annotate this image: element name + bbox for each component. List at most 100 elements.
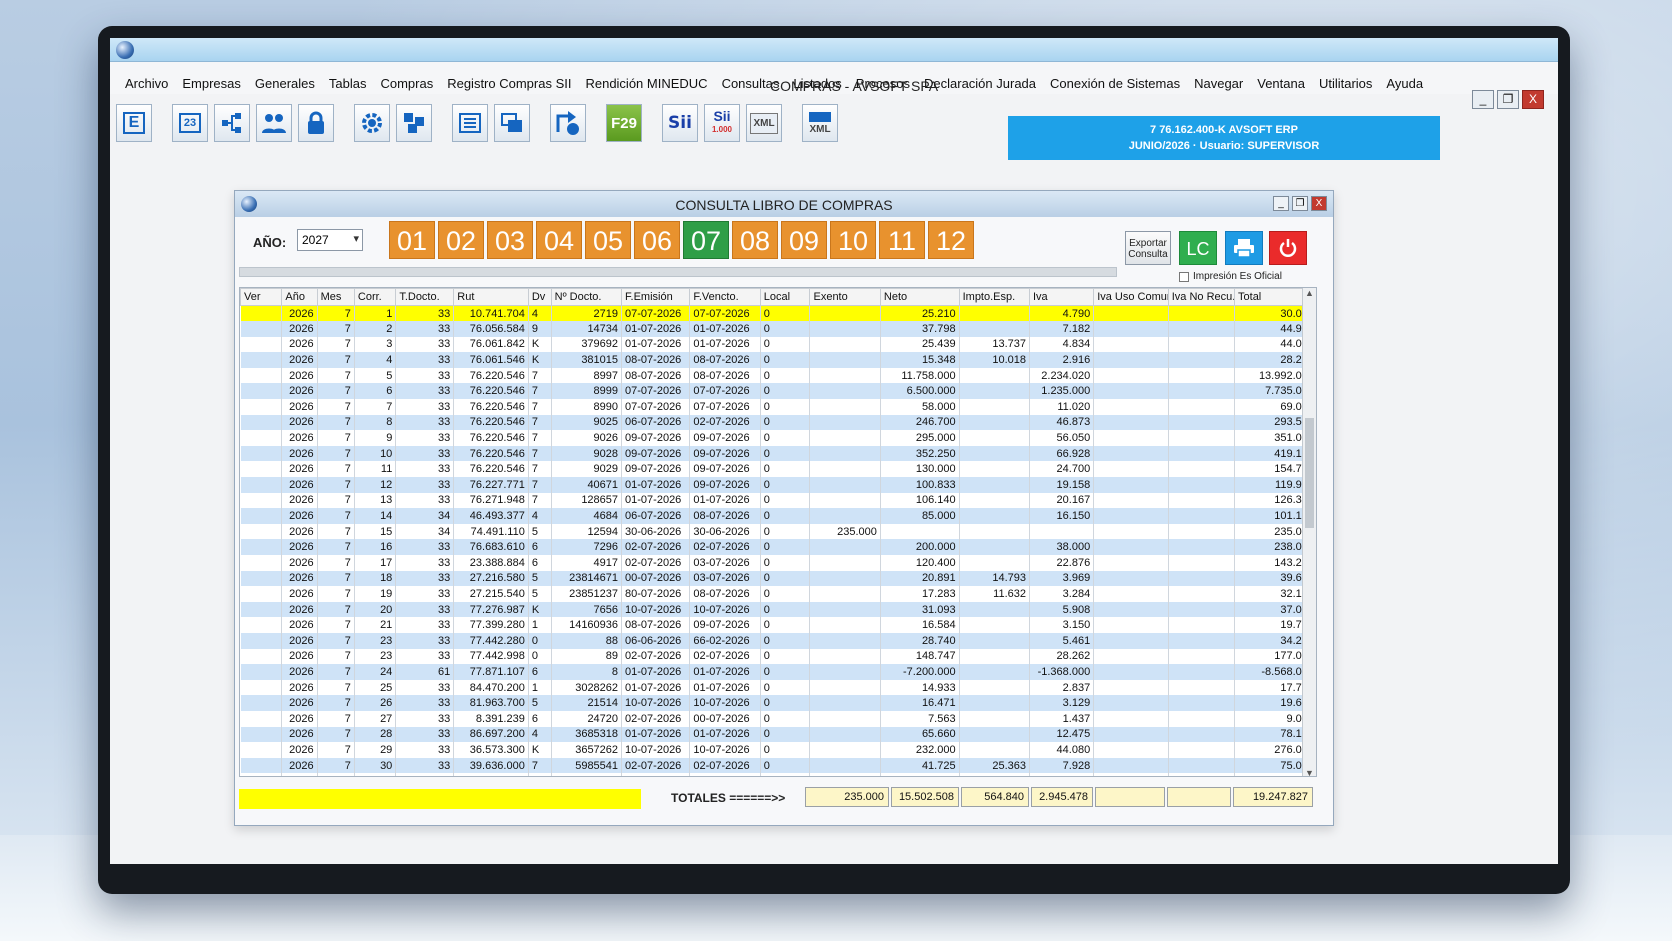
table-row[interactable]: 2026 7 12 33 76.227.771 7 40671 01-07-2026 09-07… <box>240 477 1316 493</box>
column-header[interactable]: F.Vencto. <box>689 288 761 306</box>
dialog-close-button[interactable]: X <box>1311 196 1327 211</box>
table-row[interactable]: 2026 7 23 33 77.442.998 0 89 02-07-2026 02-07-20… <box>240 648 1316 665</box>
checkbox-box[interactable] <box>1179 271 1189 282</box>
table-row[interactable]: 2026 7 2 33 76.056.584 9 14734 01-07-2026 01-07-… <box>240 321 1316 337</box>
book-button[interactable] <box>452 104 488 142</box>
column-header[interactable]: Nº Docto. <box>550 288 623 306</box>
table-row[interactable]: 2026 7 6 33 76.220.546 7 8999 07-07-2026 07-07-2… <box>240 383 1316 400</box>
column-header[interactable]: Neto <box>879 288 960 306</box>
column-header[interactable]: Iva Uso Comun <box>1093 288 1169 306</box>
table-row[interactable]: 2026 7 23 33 77.442.280 0 88 06-06-2026 66-02-20… <box>240 632 1316 649</box>
scroll-down-icon[interactable]: ▼ <box>1303 768 1316 776</box>
menu-item-12[interactable]: Navegar <box>1187 76 1250 91</box>
table-row[interactable]: 2026 7 1 33 10.741.704 4 2719 07-07-2026 07-07-2… <box>240 305 1316 322</box>
menu-item-2[interactable]: Generales <box>248 76 322 91</box>
empresa-button[interactable]: E <box>116 104 152 142</box>
xml-import-button[interactable]: XML <box>802 104 838 142</box>
menu-item-6[interactable]: Rendición MINEDUC <box>578 76 714 91</box>
table-row[interactable]: 2026 7 13 33 76.271.948 7 128657 01-07-2026 01-0… <box>240 492 1316 509</box>
vertical-scrollbar[interactable]: ▲ ▼ <box>1302 288 1316 776</box>
table-row[interactable]: 2026 7 10 33 76.220.546 7 9028 09-07-2026 09-07-… <box>240 445 1316 462</box>
column-header[interactable]: T.Docto. <box>395 288 455 306</box>
export-te-button[interactable] <box>550 104 586 142</box>
users-button[interactable] <box>256 104 292 142</box>
lock-button[interactable] <box>298 104 334 142</box>
column-header[interactable]: Corr. <box>353 288 397 306</box>
sii-1000-button[interactable]: Sii 1.000 <box>704 104 740 142</box>
table-row[interactable]: 2026 7 9 33 76.220.546 7 9026 09-07-2026 09-07-2… <box>240 430 1316 446</box>
network-button[interactable] <box>214 104 250 142</box>
column-header[interactable]: Iva No Recu. <box>1167 288 1236 306</box>
month-button-10[interactable]: 10 <box>830 221 876 259</box>
table-row[interactable]: 2026 7 7 33 76.220.546 7 8990 07-07-2026 07-07-2… <box>240 399 1316 415</box>
menu-item-5[interactable]: Registro Compras SII <box>440 76 578 91</box>
column-header[interactable]: Ver <box>240 288 283 306</box>
column-header[interactable]: Impto.Esp. <box>958 288 1031 306</box>
column-header[interactable]: Exento <box>809 288 881 306</box>
table-row[interactable]: 2026 7 3 33 76.061.842 K 379692 01-07-2026 01-07… <box>240 336 1316 353</box>
scroll-thumb[interactable] <box>1305 418 1314 528</box>
windows-button[interactable] <box>396 104 432 142</box>
menu-item-0[interactable]: Archivo <box>118 76 175 91</box>
xml-button[interactable]: XML <box>746 104 782 142</box>
table-row[interactable]: 2026 7 15 34 74.491.110 5 12594 30-06-2026 30-06… <box>240 523 1316 540</box>
column-header[interactable]: F.Emisión <box>621 288 691 306</box>
minimize-button[interactable]: _ <box>1472 90 1494 109</box>
column-header[interactable]: Dv <box>527 288 552 306</box>
menu-item-3[interactable]: Tablas <box>322 76 374 91</box>
restore-button[interactable]: ❐ <box>1497 90 1519 109</box>
close-button[interactable]: X <box>1522 90 1544 109</box>
table-row[interactable]: 2026 7 21 33 77.399.280 1 14160936 08-07-2026 09… <box>240 617 1316 633</box>
table-row[interactable]: 2026 7 28 33 86.697.200 4 3685318 01-07-2026 01-… <box>240 726 1316 743</box>
table-row[interactable]: 2026 7 25 33 84.470.200 1 3028262 01-07-2026 01-… <box>240 679 1316 696</box>
month-button-08[interactable]: 08 <box>732 221 778 259</box>
table-row[interactable]: 2026 7 5 33 76.220.546 7 8997 08-07-2026 08-07-2… <box>240 367 1316 384</box>
settings-button[interactable] <box>354 104 390 142</box>
year-select[interactable]: 2027 ▾ <box>297 229 363 251</box>
month-button-12[interactable]: 12 <box>928 221 974 259</box>
lc-button[interactable]: LC <box>1179 231 1217 265</box>
menu-item-11[interactable]: Conexión de Sistemas <box>1043 76 1187 91</box>
month-button-03[interactable]: 03 <box>487 221 533 259</box>
table-row[interactable]: 20267313397.726.001K5632828300-07-202600… <box>240 773 1316 776</box>
menu-item-13[interactable]: Ventana <box>1250 76 1312 91</box>
month-button-02[interactable]: 02 <box>438 221 484 259</box>
scroll-up-icon[interactable]: ▲ <box>1303 288 1316 298</box>
table-row[interactable]: 2026 7 17 33 23.388.884 6 4917 02-07-2026 03-07-… <box>240 555 1316 571</box>
month-button-11[interactable]: 11 <box>879 221 925 259</box>
table-row[interactable]: 2026 7 19 33 27.215.540 5 23851237 80-07-2026 08… <box>240 586 1316 602</box>
column-header[interactable]: Local <box>759 288 811 306</box>
table-row[interactable]: 2026 7 20 33 77.276.987 K 7656 10-07-2026 10-07-… <box>240 601 1316 618</box>
column-header[interactable]: Mes <box>316 288 355 306</box>
month-button-07[interactable]: 07 <box>683 221 729 259</box>
dialog-minimize-button[interactable]: _ <box>1273 196 1289 211</box>
purchases-grid[interactable]: Ver Año Mes Corr. T.Docto. Rut Dv Nº Docto. F.Em… <box>239 287 1317 777</box>
month-button-04[interactable]: 04 <box>536 221 582 259</box>
table-row[interactable]: 2026 7 16 33 76.683.610 6 7296 02-07-2026 02-07-… <box>240 539 1316 555</box>
menu-item-14[interactable]: Utilitarios <box>1312 76 1379 91</box>
sii-button[interactable]: Sii <box>662 104 698 142</box>
menu-item-1[interactable]: Empresas <box>175 76 248 91</box>
month-button-09[interactable]: 09 <box>781 221 827 259</box>
menu-item-4[interactable]: Compras <box>373 76 440 91</box>
table-row[interactable]: 2026 7 27 33 8.391.239 6 24720 02-07-2026 00-07-… <box>240 710 1316 727</box>
column-header[interactable]: Año <box>281 288 318 306</box>
table-row[interactable]: 2026 7 26 33 81.963.700 5 21514 10-07-2026 10-07… <box>240 695 1316 711</box>
table-row[interactable]: 2026 7 11 33 76.220.546 7 9029 09-07-2026 09-07-… <box>240 461 1316 478</box>
column-header[interactable]: Iva <box>1028 288 1095 306</box>
calendar-button[interactable]: 23 <box>172 104 208 142</box>
month-button-06[interactable]: 06 <box>634 221 680 259</box>
export-query-button[interactable]: Exportar Consulta <box>1125 231 1171 265</box>
table-row[interactable]: 2026 7 14 34 46.493.377 4 4684 06-07-2026 08-07-… <box>240 508 1316 524</box>
table-row[interactable]: 2026 7 24 61 77.871.107 6 8 01-07-2026 01-07-202… <box>240 664 1316 680</box>
official-print-checkbox[interactable]: Impresión Es Oficial <box>1179 271 1282 282</box>
month-button-05[interactable]: 05 <box>585 221 631 259</box>
table-row[interactable]: 2026 7 4 33 76.061.546 K 381015 08-07-2026 08-07… <box>240 352 1316 368</box>
exit-button[interactable] <box>1269 231 1307 265</box>
cascade-button[interactable] <box>494 104 530 142</box>
f29-button[interactable]: F29 <box>606 104 642 142</box>
table-row[interactable]: 2026 7 29 33 36.573.300 K 3657262 10-07-2026 10-… <box>240 742 1316 758</box>
month-button-01[interactable]: 01 <box>389 221 435 259</box>
column-header[interactable]: Rut <box>453 288 529 306</box>
table-row[interactable]: 2026 7 30 33 39.636.000 7 5985541 02-07-2026 02-… <box>240 757 1316 774</box>
